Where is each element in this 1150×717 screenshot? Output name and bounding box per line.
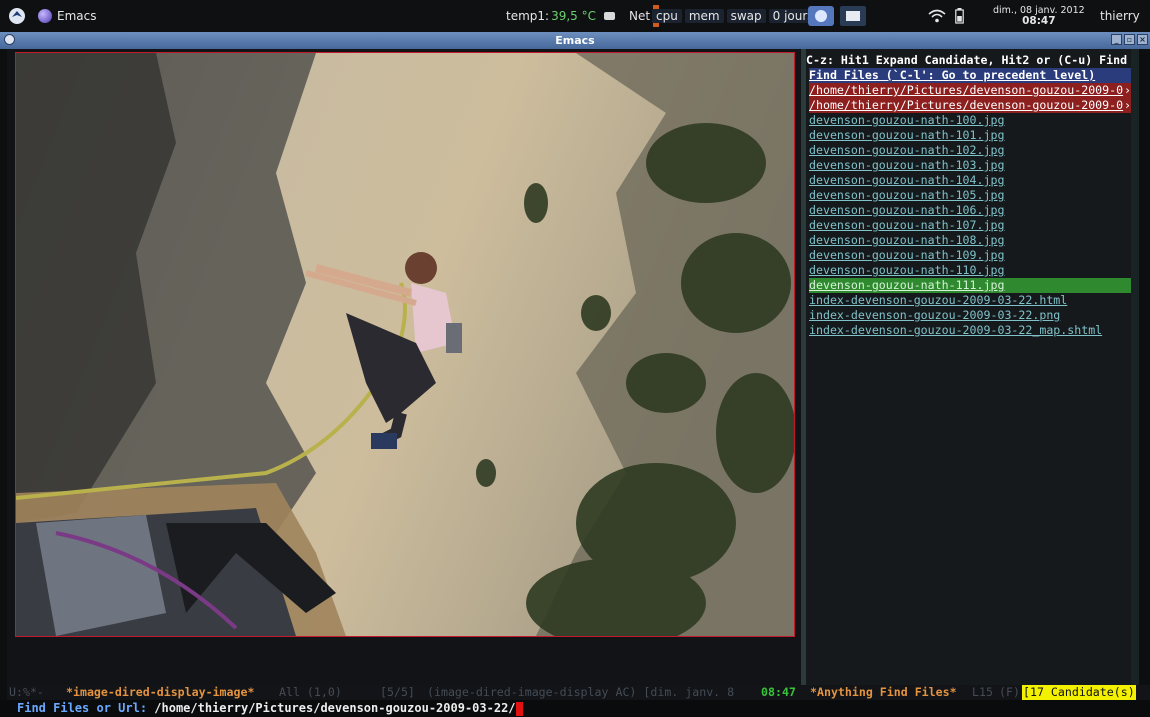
browser-launcher-icon[interactable]	[808, 6, 834, 26]
modeline-right-mode: (F)	[999, 685, 1020, 699]
minibuffer-prompt: Find Files or Url:	[17, 701, 155, 715]
truncation-arrow-icon: ›	[1124, 98, 1131, 112]
net-label[interactable]: Net	[629, 9, 650, 23]
text-cursor	[515, 701, 523, 716]
desktop-pager-icon[interactable]	[840, 6, 866, 26]
clock[interactable]: dim., 08 janv. 2012 08:47	[993, 0, 1085, 32]
close-icon[interactable]: ×	[1137, 34, 1148, 45]
user-name[interactable]: thierry	[1100, 0, 1140, 32]
candidate-dir[interactable]: /home/thierry/Pictures/devenson-gouzou-2…	[809, 98, 1131, 113]
maximize-icon[interactable]: ▫	[1124, 34, 1135, 45]
candidate-file[interactable]: devenson-gouzou-nath-100.jpg	[809, 113, 1131, 128]
candidate-file[interactable]: index-devenson-gouzou-2009-03-22.html	[809, 293, 1131, 308]
modeline-anything-buffer[interactable]: *Anything Find Files*	[810, 685, 957, 700]
candidate-file[interactable]: devenson-gouzou-nath-107.jpg	[809, 218, 1131, 233]
top-panel: Emacs temp1: 39,5 °C Net cpu mem swap 0 …	[0, 0, 1150, 32]
taskbar-emacs-label: Emacs	[57, 9, 97, 23]
modeline-buffer-name[interactable]: *image-dired-display-image*	[66, 685, 254, 700]
emacs-icon	[38, 9, 52, 23]
anything-buffer[interactable]: C-z: Hit1 Expand Candidate, Hit2 or (C-u…	[806, 49, 1131, 685]
candidate-file[interactable]: devenson-gouzou-nath-104.jpg	[809, 173, 1131, 188]
candidate-count-badge: [17 Candidate(s)	[1022, 685, 1136, 700]
window-menu-icon[interactable]	[4, 34, 15, 45]
candidate-file[interactable]: devenson-gouzou-nath-102.jpg	[809, 143, 1131, 158]
source-header: Find Files (`C-l': Go to precedent level…	[809, 68, 1131, 83]
swap-monitor[interactable]: swap	[726, 9, 766, 23]
battery-icon[interactable]	[955, 0, 964, 32]
candidate-file[interactable]: devenson-gouzou-nath-109.jpg	[809, 248, 1131, 263]
mem-monitor[interactable]: mem	[684, 9, 724, 23]
cpu-monitor[interactable]: cpu	[652, 9, 682, 23]
minimize-icon[interactable]: _	[1111, 34, 1122, 45]
modeline-line: L15	[972, 685, 993, 699]
candidate-label: /home/thierry/Pictures/devenson-gouzou-2…	[809, 83, 1124, 97]
taskbar-emacs[interactable]: Emacs	[38, 0, 96, 32]
wifi-icon[interactable]	[928, 0, 946, 32]
candidate-file[interactable]: index-devenson-gouzou-2009-03-22_map.sht…	[809, 323, 1131, 338]
window-titlebar[interactable]: Emacs _ ▫ ×	[0, 32, 1150, 49]
kde-menu-icon[interactable]	[8, 0, 26, 32]
modeline-mode[interactable]: (image-dired-image-display AC) [dim. jan…	[427, 685, 734, 700]
minibuffer[interactable]: Find Files or Url: /home/thierry/Picture…	[0, 700, 1150, 717]
modeline-position: All (1,0)	[279, 685, 342, 699]
candidate-dir[interactable]: /home/thierry/Pictures/devenson-gouzou-2…	[809, 83, 1131, 98]
window-title: Emacs	[555, 34, 595, 47]
modeline-count: [5/5]	[380, 685, 415, 699]
candidate-file[interactable]: devenson-gouzou-nath-106.jpg	[809, 203, 1131, 218]
truncation-arrow-icon: ›	[1124, 83, 1131, 97]
disk-icon	[604, 12, 615, 20]
candidate-file[interactable]: devenson-gouzou-nath-105.jpg	[809, 188, 1131, 203]
candidate-file[interactable]: devenson-gouzou-nath-101.jpg	[809, 128, 1131, 143]
modeline-time: 08:47	[761, 685, 796, 699]
candidate-file[interactable]: devenson-gouzou-nath-103.jpg	[809, 158, 1131, 173]
candidate-label: /home/thierry/Pictures/devenson-gouzou-2…	[809, 98, 1124, 112]
candidate-file[interactable]: devenson-gouzou-nath-108.jpg	[809, 233, 1131, 248]
candidate-file[interactable]: index-devenson-gouzou-2009-03-22.png	[809, 308, 1131, 323]
mode-line: U:%*- *image-dired-display-image* All (1…	[7, 685, 1150, 700]
candidate-file[interactable]: devenson-gouzou-nath-110.jpg	[809, 263, 1131, 278]
anything-header: C-z: Hit1 Expand Candidate, Hit2 or (C-u…	[806, 53, 1128, 67]
climbing-photo	[15, 52, 795, 637]
source-label: Find Files (`C-l': Go to precedent level…	[809, 68, 1096, 82]
candidate-file-selected[interactable]: devenson-gouzou-nath-111.jpg	[809, 278, 1131, 293]
clock-time: 08:47	[1022, 15, 1056, 27]
minibuffer-input[interactable]: /home/thierry/Pictures/devenson-gouzou-2…	[154, 701, 515, 715]
modeline-status: U:%*-	[9, 685, 44, 699]
temp-label: temp1:	[506, 9, 550, 23]
scrollbar[interactable]	[1131, 49, 1139, 685]
temp-value: 39,5 °C	[551, 9, 596, 23]
